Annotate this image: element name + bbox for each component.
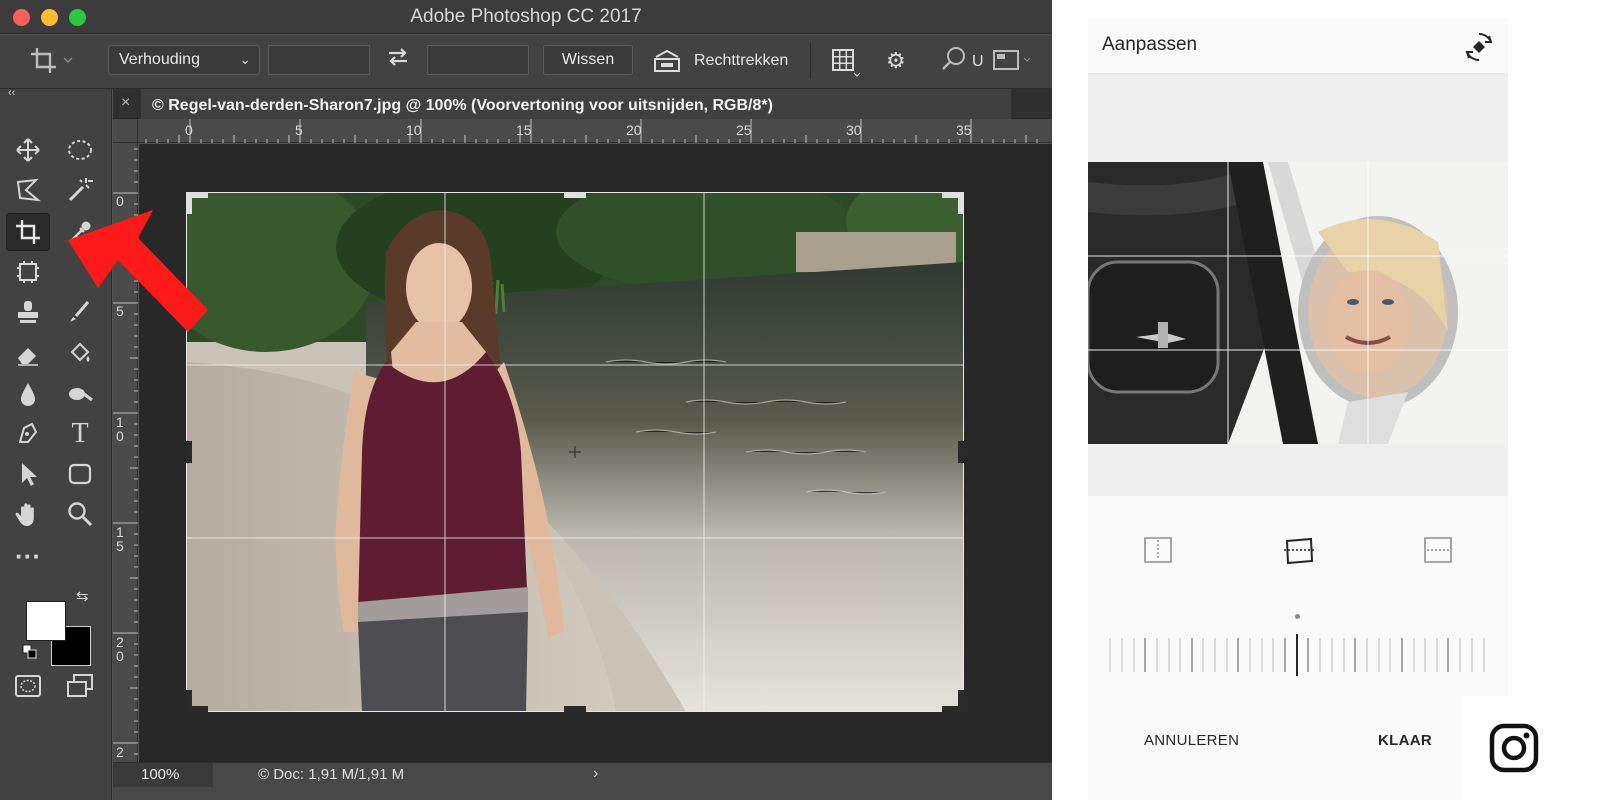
- default-colors-icon[interactable]: [22, 644, 38, 660]
- rectangle-tool-icon[interactable]: [62, 457, 98, 491]
- dodge-tool-icon[interactable]: [62, 377, 98, 411]
- foreground-color-swatch[interactable]: [26, 601, 66, 641]
- adjust-controls: ANNULEREN KLAAR: [1088, 496, 1508, 800]
- horizontal-ruler[interactable]: 0 5 10 15 20 25 30 35: [138, 119, 1052, 143]
- options-bar: Verhouding ⌄ Wissen Rechttrekken ⚙ U: [0, 35, 1052, 89]
- stamp-tool-icon[interactable]: [10, 295, 46, 329]
- blur-tool-icon[interactable]: [10, 377, 46, 411]
- ruler-label: 15: [516, 122, 532, 138]
- grid-overlay-icon[interactable]: [830, 47, 862, 82]
- adjust-title: Aanpassen: [1102, 34, 1198, 55]
- collapse-panel-icon[interactable]: ‹‹: [8, 87, 15, 99]
- gear-icon[interactable]: ⚙: [886, 48, 906, 74]
- vertical-perspective-icon[interactable]: [1142, 534, 1174, 571]
- ruler-label: 2 0: [116, 634, 124, 664]
- close-icon[interactable]: ×: [121, 94, 130, 112]
- document-tab-title[interactable]: © Regel-van-derden-Sharon7.jpg @ 100% (V…: [152, 94, 783, 118]
- done-button[interactable]: KLAAR: [1378, 732, 1432, 749]
- document-size: © Doc: 1,91 M/1,91 M: [258, 766, 405, 783]
- ratio-select-value: Verhouding: [119, 51, 200, 68]
- height-input[interactable]: [427, 45, 529, 75]
- ruler-label: 20: [626, 122, 642, 138]
- patch-tool-icon[interactable]: [10, 255, 46, 289]
- search-field-fragment[interactable]: U: [972, 53, 984, 71]
- horizontal-perspective-icon[interactable]: [1422, 534, 1454, 571]
- straighten-button[interactable]: Rechttrekken: [694, 52, 788, 70]
- ruler-label: 10: [406, 122, 422, 138]
- document-tab-bar: × © Regel-van-derden-Sharon7.jpg @ 100% …: [113, 89, 1052, 119]
- more-tools-icon[interactable]: ···: [10, 539, 46, 573]
- status-menu-arrow[interactable]: ›: [593, 765, 598, 783]
- instagram-adjust-panel: Aanpassen ANNULEREN KLAAR: [1088, 18, 1508, 800]
- tools-panel: ‹‹ T ··· ⇆: [0, 87, 112, 800]
- adjust-preview-stage: [1088, 74, 1508, 496]
- straighten-icon[interactable]: [1282, 534, 1316, 571]
- zoom-tool-icon[interactable]: [62, 497, 98, 531]
- pen-tool-icon[interactable]: [10, 417, 46, 451]
- eraser-tool-icon[interactable]: [10, 337, 46, 371]
- ruler-label: 25: [736, 122, 752, 138]
- rotate-icon[interactable]: [1462, 30, 1496, 69]
- ruler-label: 0: [116, 193, 124, 209]
- divider: [810, 43, 811, 79]
- crop-tool-preset-icon[interactable]: [28, 45, 73, 77]
- ruler-corner: [113, 119, 138, 143]
- type-tool-icon[interactable]: T: [62, 417, 98, 451]
- lasso-tool-icon[interactable]: [10, 173, 46, 207]
- ratio-select[interactable]: Verhouding ⌄: [108, 45, 260, 75]
- straighten-slider[interactable]: [1106, 632, 1490, 678]
- ruler-label: 5: [295, 122, 303, 138]
- search-icon[interactable]: [940, 45, 968, 78]
- instagram-logo-icon: [1462, 696, 1566, 800]
- swap-colors-icon[interactable]: ⇆: [76, 587, 89, 605]
- width-input[interactable]: [268, 45, 370, 75]
- ruler-label: 0: [185, 122, 193, 138]
- clear-button[interactable]: Wissen: [543, 45, 633, 75]
- annotation-arrow: [68, 210, 208, 332]
- hand-tool-icon[interactable]: [10, 497, 46, 531]
- cancel-button[interactable]: ANNULEREN: [1144, 732, 1239, 749]
- chevron-down-icon: ⌄: [239, 51, 251, 67]
- crop-preview-photo[interactable]: [186, 192, 964, 712]
- crop-tool-icon[interactable]: [6, 213, 50, 251]
- photoshop-window: Adobe Photoshop CC 2017 Verhouding ⌄ Wis…: [0, 0, 1052, 800]
- slider-center-indicator: [1295, 614, 1300, 619]
- panel-layout-icon[interactable]: [992, 49, 1032, 78]
- swap-dimensions-icon[interactable]: [386, 45, 410, 75]
- zoom-level[interactable]: 100%: [113, 763, 213, 787]
- adjust-preview-photo[interactable]: [1088, 162, 1508, 444]
- selection-arrow-icon[interactable]: [10, 457, 46, 491]
- window-title: Adobe Photoshop CC 2017: [410, 6, 642, 27]
- magic-wand-icon[interactable]: [62, 173, 98, 207]
- move-tool-icon[interactable]: [10, 133, 46, 167]
- ruler-label: 1 5: [116, 524, 124, 554]
- ruler-label: 35: [956, 122, 972, 138]
- ruler-label: 2: [116, 744, 124, 760]
- level-icon[interactable]: [652, 47, 682, 80]
- quick-mask-icon[interactable]: [10, 669, 46, 703]
- screen-mode-icon[interactable]: [62, 669, 98, 703]
- ruler-label: 1 0: [116, 414, 124, 444]
- adjust-header: Aanpassen: [1088, 18, 1508, 74]
- marquee-tool-icon[interactable]: [62, 133, 98, 167]
- ruler-label: 30: [846, 122, 862, 138]
- status-bar: 100% © Doc: 1,91 M/1,91 M ›: [113, 762, 1052, 800]
- title-bar: Adobe Photoshop CC 2017: [0, 0, 1052, 34]
